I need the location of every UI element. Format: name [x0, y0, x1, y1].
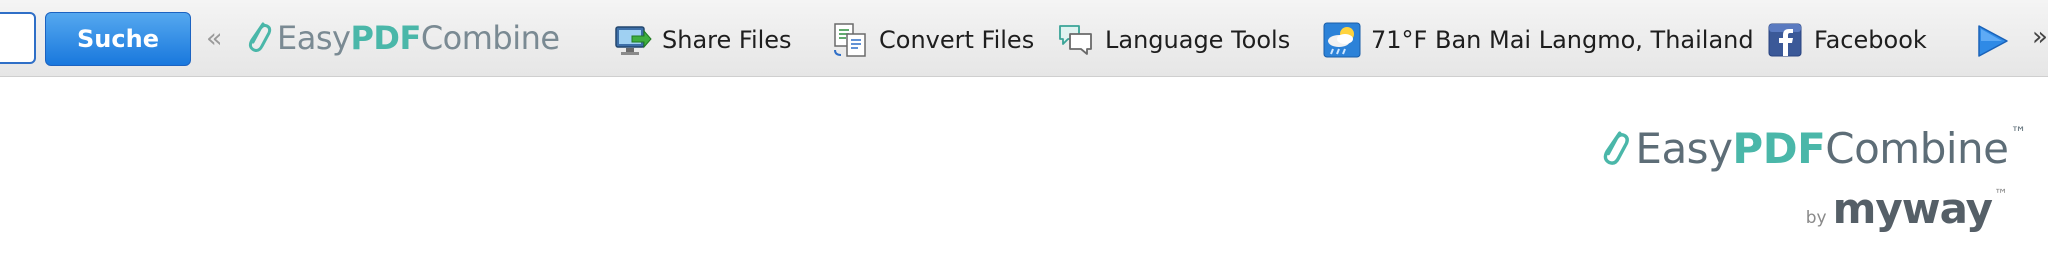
convert-files-button[interactable]: Convert Files	[831, 21, 1034, 59]
collapse-chevron[interactable]: «	[206, 23, 223, 54]
easypdfcombine-brand-link[interactable]: Easy PDF Combine	[243, 18, 560, 58]
logo-pdf: PDF	[1732, 124, 1826, 173]
brand-pdf: PDF	[350, 19, 421, 57]
share-files-button[interactable]: Share Files	[614, 21, 792, 59]
facebook-icon	[1768, 23, 1802, 57]
logo-combine: Combine	[1825, 124, 2009, 173]
facebook-button[interactable]: Facebook	[1766, 21, 1927, 59]
weather-label: 71°F Ban Mai Langmo, Thailand	[1371, 26, 1754, 54]
paperclip-icon	[1604, 130, 1630, 165]
play-arrow-icon[interactable]	[1975, 24, 2009, 58]
share-files-icon	[615, 26, 652, 55]
logo-trademark: ™	[2010, 123, 2027, 142]
brand-combine: Combine	[420, 19, 560, 57]
convert-files-label: Convert Files	[879, 26, 1035, 54]
weather-icon	[1323, 22, 1361, 58]
logo-easy: Easy	[1635, 124, 1733, 173]
language-tools-button[interactable]: Language Tools	[1057, 21, 1290, 59]
weather-button[interactable]: 71°F Ban Mai Langmo, Thailand	[1323, 21, 1754, 59]
language-tools-icon	[1059, 25, 1092, 55]
convert-files-icon	[834, 23, 866, 57]
brand-easy: Easy	[277, 19, 351, 57]
myway-trademark: ™	[1994, 187, 2008, 203]
paperclip-icon	[248, 22, 272, 52]
myway-logo: myway	[1832, 184, 1993, 233]
more-items-chevron[interactable]: »	[2032, 22, 2048, 52]
search-button[interactable]: Suche	[45, 12, 191, 66]
easypdfcombine-logo: Easy PDF Combine ™	[1597, 123, 2027, 173]
myway-byline: by myway ™	[1806, 184, 2008, 233]
language-tools-label: Language Tools	[1105, 26, 1291, 54]
facebook-label: Facebook	[1814, 26, 1927, 54]
toolbar: Suche « Easy PDF Combine Share Files Conve…	[0, 0, 2048, 77]
share-files-label: Share Files	[662, 26, 792, 54]
byline-by: by	[1805, 208, 1827, 228]
search-input[interactable]	[0, 12, 36, 64]
